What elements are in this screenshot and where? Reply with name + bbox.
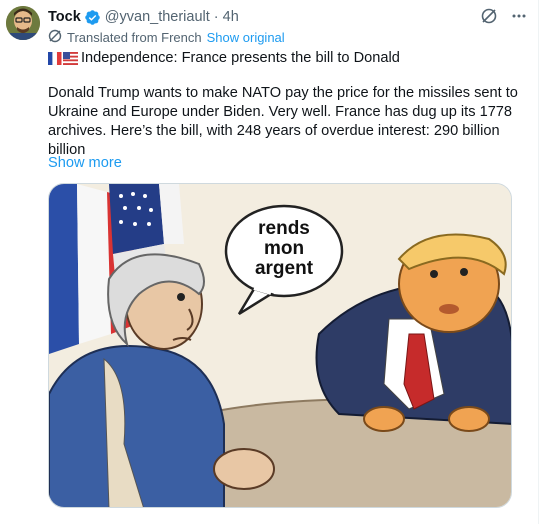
verified-badge-icon: [84, 9, 101, 26]
tweet-card[interactable]: Tock @yvan_theriault · 4h Translated fro…: [0, 0, 539, 524]
separator-dot: ·: [213, 9, 219, 25]
more-icon[interactable]: [510, 7, 528, 29]
action-bar: [48, 514, 512, 524]
bubble-line-1: rends: [258, 218, 310, 239]
grok-icon[interactable]: [480, 7, 498, 29]
tweet-headline-line: Independence: France presents the bill t…: [48, 49, 400, 68]
translated-label: Translated from French: [67, 30, 202, 45]
show-original-link[interactable]: Show original: [207, 30, 285, 45]
tweet-header: Tock @yvan_theriault · 4h: [48, 7, 528, 27]
tweet-body: Donald Trump wants to make NATO pay the …: [48, 85, 518, 158]
flags-icon: [48, 51, 78, 66]
bubble-line-3: argent: [255, 258, 314, 279]
translation-notice: Translated from French Show original: [48, 29, 285, 46]
tweet-headline: Independence: France presents the bill t…: [81, 50, 400, 66]
translate-icon: [48, 29, 62, 46]
header-actions: [480, 7, 528, 29]
show-more-link[interactable]: Show more: [48, 155, 122, 171]
avatar[interactable]: [6, 6, 40, 40]
author-handle[interactable]: @yvan_theriault: [105, 9, 210, 25]
timestamp[interactable]: 4h: [223, 9, 239, 25]
tweet-image[interactable]: rends mon argent: [48, 183, 512, 508]
bubble-line-2: mon: [264, 238, 304, 259]
author-name[interactable]: Tock: [48, 9, 81, 25]
